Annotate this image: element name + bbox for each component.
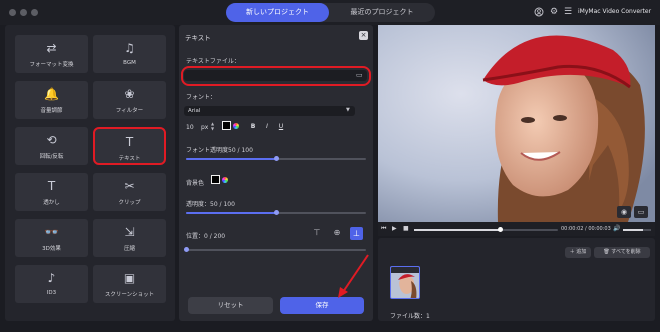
bg-color-swatch[interactable] — [211, 175, 220, 184]
align-bottom-icon[interactable]: ⊥ — [350, 227, 363, 240]
project-tabs: 新しいプロジェクト 最近のプロジェクト — [226, 3, 435, 22]
font-label: フォント： — [186, 94, 217, 101]
preview-image — [378, 25, 655, 222]
tool-volume[interactable]: 🔔 音量調節 — [15, 81, 88, 119]
font-select[interactable]: Arial — [184, 106, 355, 116]
menu-icon[interactable]: ☰ — [563, 7, 573, 17]
3d-glasses-icon: 👓 — [44, 225, 59, 239]
tool-label: 透かし — [43, 200, 60, 206]
font-size-stepper[interactable]: ▲ ▼ — [211, 121, 214, 131]
color-picker-icon[interactable] — [233, 123, 239, 129]
text-file-highlight — [181, 66, 371, 86]
format-convert-icon: ⇄ — [46, 41, 57, 55]
tool-compress[interactable]: ⇲ 圧縮 — [93, 219, 166, 257]
video-preview — [378, 25, 655, 222]
tool-clip[interactable]: ✂ クリップ — [93, 173, 166, 211]
time-display: 00:00:02 / 00:00:03 — [561, 226, 611, 232]
underline-button[interactable]: U — [276, 122, 286, 131]
reset-button[interactable]: リセット — [188, 297, 273, 314]
bg-color-label: 背景色 — [186, 180, 205, 187]
close-icon[interactable]: × — [359, 31, 368, 40]
font-size-unit: px — [201, 124, 209, 131]
add-button[interactable]: ＋ 追加 — [565, 247, 591, 258]
volume-icon: 🔔 — [44, 87, 59, 101]
tool-label: 回転/反転 — [39, 154, 64, 160]
skip-back-icon[interactable]: ⏮ — [381, 225, 386, 233]
transparency-label: 透明度：50 / 100 — [186, 201, 235, 208]
align-middle-icon[interactable]: ⊕ — [332, 228, 342, 239]
compress-icon: ⇲ — [124, 225, 135, 239]
position-label: 位置：0 / 200 — [186, 233, 226, 240]
tool-3d-glasses[interactable]: 👓 3D効果 — [15, 219, 88, 257]
tool-label: フィルター — [115, 108, 144, 114]
file-count: ファイル数：1 — [390, 313, 430, 320]
tool-label: BGM — [123, 60, 136, 66]
tool-screenshot[interactable]: ▣ スクリーンショット — [93, 265, 166, 303]
stop-icon[interactable]: ■ — [403, 225, 409, 232]
tab-new-project[interactable]: 新しいプロジェクト — [226, 3, 329, 22]
camera-icon[interactable]: ◉ — [617, 206, 631, 218]
minimize-window-button[interactable] — [20, 9, 27, 16]
tool-label: 3D効果 — [42, 246, 61, 252]
tool-filter[interactable]: ❀ フィルター — [93, 81, 166, 119]
bgm-icon: ♫ — [124, 41, 135, 55]
position-knob[interactable] — [184, 247, 189, 252]
font-size-value[interactable]: 10 — [186, 124, 194, 131]
folder-icon[interactable]: ▭ — [634, 206, 648, 218]
position-slider[interactable] — [186, 249, 366, 251]
color-picker-icon[interactable] — [222, 177, 228, 183]
tab-recent-project[interactable]: 最近のプロジェクト — [329, 3, 435, 22]
tool-bgm[interactable]: ♫ BGM — [93, 35, 166, 73]
play-icon[interactable]: ▶ — [392, 225, 397, 232]
align-top-icon[interactable]: ⊤ — [312, 228, 322, 239]
tool-label: 圧縮 — [123, 246, 135, 252]
tool-label: クリップ — [118, 200, 141, 206]
app-brand: iMyMac Video Converter — [578, 8, 652, 15]
font-color-swatch[interactable] — [222, 121, 231, 130]
panel-title: テキスト — [185, 34, 211, 42]
tool-id3[interactable]: ♪ ID3 — [15, 265, 88, 303]
clip-icon: ✂ — [124, 179, 135, 193]
volume-icon[interactable]: 🔊 — [613, 225, 620, 232]
progress-bar[interactable] — [414, 229, 558, 231]
rotate-icon: ⟲ — [46, 133, 57, 147]
volume-slider[interactable] — [623, 229, 651, 231]
tool-label: 音量調節 — [40, 108, 63, 114]
tool-label: ID3 — [46, 290, 57, 296]
tool-rotate[interactable]: ⟲ 回転/反転 — [15, 127, 88, 165]
tool-label: テキスト — [118, 156, 141, 162]
tool-label: フォーマット変換 — [29, 62, 74, 68]
text-file-label: テキストファイル： — [186, 58, 240, 65]
gear-icon[interactable]: ⚙ — [549, 7, 559, 17]
screenshot-icon: ▣ — [123, 271, 136, 285]
watermark-icon: T — [47, 179, 56, 193]
tool-panel: ⇄ フォーマット変換 ♫ BGM 🔔 音量調節 ❀ フィルター ⟲ 回転/反転 T テキスト T 透かし ✂… — [5, 25, 175, 321]
chevron-down-icon: ▼ — [346, 107, 350, 113]
font-opacity-label: フォント透明度50 / 100 — [186, 147, 253, 154]
transparency-knob[interactable] — [274, 210, 279, 215]
text-icon: T — [125, 135, 134, 149]
tool-text[interactable]: T テキスト — [93, 127, 166, 165]
title-bar: 新しいプロジェクト 最近のプロジェクト ⚙ ☰ iMyMac Video Con… — [0, 0, 660, 25]
close-window-button[interactable] — [9, 9, 16, 16]
tool-watermark[interactable]: T 透かし — [15, 173, 88, 211]
media-thumbnail[interactable] — [390, 266, 420, 299]
id3-icon: ♪ — [47, 271, 56, 285]
delete-all-button[interactable]: 🗑 すべてを削除 — [594, 247, 650, 258]
filter-icon: ❀ — [124, 87, 135, 101]
bold-button[interactable]: B — [248, 122, 258, 131]
red-arrow-annotation — [338, 254, 369, 298]
account-icon[interactable] — [534, 7, 544, 17]
italic-button[interactable]: I — [262, 122, 272, 131]
font-opacity-knob[interactable] — [274, 156, 279, 161]
tool-label: スクリーンショット — [104, 292, 155, 298]
maximize-window-button[interactable] — [31, 9, 38, 16]
tool-format-convert[interactable]: ⇄ フォーマット変換 — [15, 35, 88, 73]
